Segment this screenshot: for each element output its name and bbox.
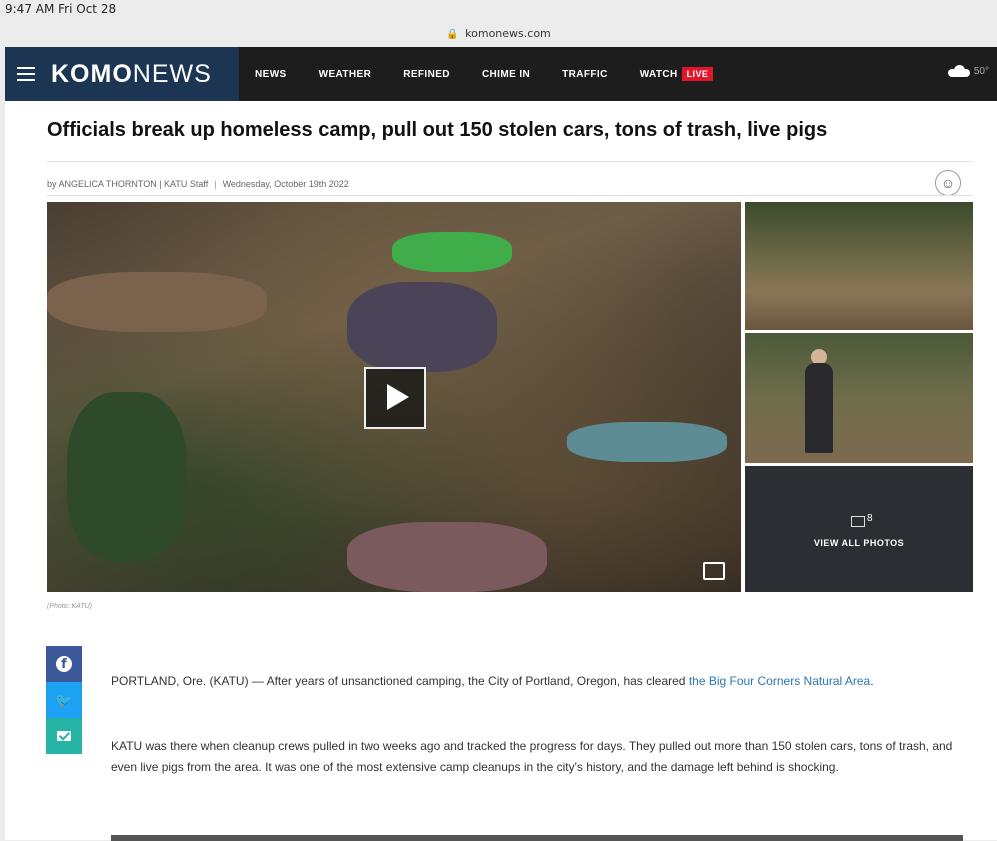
accessibility-icon[interactable]: ☺ [935,170,961,196]
share-email-button[interactable] [46,718,82,754]
photo-thumbnail-forest-path[interactable] [745,202,973,330]
url-text[interactable]: komonews.com [465,27,551,40]
debris-fabric [347,522,547,592]
site-logo[interactable]: KOMONEWS [51,60,212,89]
facebook-icon: f [56,656,72,672]
byline: by ANGELICA THORNTON | KATU Staff | Wednes… [47,179,349,189]
nav-link-watch[interactable]: WATCH LIVE [639,66,714,81]
article-headline: Officials break up homeless camp, pull o… [47,119,828,141]
menu-icon[interactable] [17,63,35,85]
inline-image-top-edge [111,835,963,841]
foliage [67,392,187,562]
debris-blue-cloth [567,422,727,462]
author: by ANGELICA THORNTON | KATU Staff [47,179,209,189]
big-four-corners-link[interactable]: the Big Four Corners Natural Area [689,674,870,688]
publish-date: Wednesday, October 19th 2022 [222,179,349,189]
debris-green-tarp [392,232,512,272]
main-video-image[interactable] [47,202,741,592]
article-paragraph-2: KATU was there when cleanup crews pulled… [111,739,953,774]
share-facebook-button[interactable]: f [46,646,82,682]
nav-links: NEWS WEATHER REFINED CHIME IN TRAFFIC WA… [255,47,714,101]
email-icon [57,731,71,741]
brand-block: KOMONEWS [5,47,239,101]
nav-link-weather[interactable]: WEATHER [319,69,372,80]
nav-link-watch-label: WATCH [639,68,678,80]
photo-thumbnail-person[interactable] [745,333,973,463]
debris-wood [47,272,267,332]
article-page: Officials break up homeless camp, pull o… [5,101,997,841]
divider [47,195,973,196]
logo-bold: KOMO [51,59,133,88]
play-button[interactable] [364,367,426,429]
status-bar: 9:47 AM Fri Oct 28 [0,0,997,22]
photo-caption: (Photo: KATU) [47,603,92,610]
view-all-photos-tile[interactable]: 8 VIEW ALL PHOTOS [745,466,973,592]
photo-icon [851,516,865,527]
share-twitter-button[interactable]: 🐦 [46,682,82,718]
address-bar[interactable]: 🔒 komonews.com [0,22,997,46]
logo-light: NEWS [132,59,212,88]
view-all-photos-label[interactable]: VIEW ALL PHOTOS [745,538,973,548]
nav-link-news[interactable]: NEWS [255,69,287,80]
lock-icon: 🔒 [446,29,459,40]
paragraph-1-text: PORTLAND, Ore. (KATU) — After years of u… [111,674,689,688]
article-paragraph-1: PORTLAND, Ore. (KATU) — After years of u… [111,671,963,692]
photo-count: 8 [867,513,873,524]
nav-link-traffic[interactable]: TRAFFIC [562,69,608,80]
person-body [805,363,833,453]
cloud-icon [947,65,970,77]
nav-link-refined[interactable]: REFINED [403,69,450,80]
twitter-icon: 🐦 [55,691,73,708]
divider [47,161,973,162]
status-time: 9:47 AM Fri Oct 28 [5,2,117,16]
weather-widget[interactable]: 50° [947,65,989,77]
site-navbar: KOMONEWS NEWS WEATHER REFINED CHIME IN T… [5,47,997,101]
live-badge: LIVE [681,66,714,81]
debris-clothing [347,282,497,372]
temperature: 50° [973,65,989,77]
nav-link-chime-in[interactable]: CHIME IN [482,69,530,80]
paragraph-1-end: . [870,674,874,688]
airplay-icon[interactable] [703,562,725,580]
